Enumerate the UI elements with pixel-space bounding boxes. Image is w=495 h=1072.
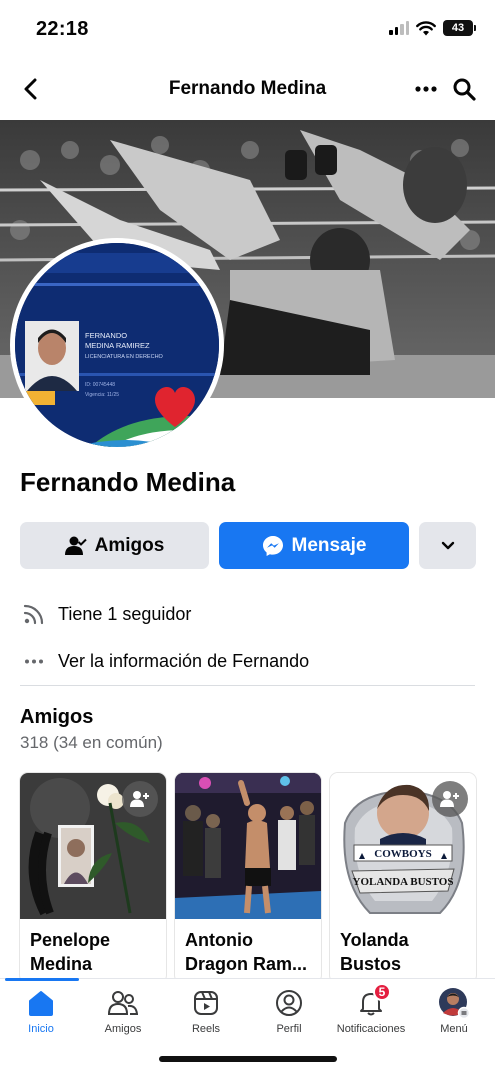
followers-text: Tiene 1 seguidor (58, 603, 192, 624)
tab-friends[interactable]: Amigos (82, 987, 164, 1035)
profile-name: Fernando Medina (20, 467, 236, 497)
tab-label: Inicio (28, 1023, 54, 1035)
tab-home[interactable]: Inicio (0, 987, 82, 1035)
add-person-icon (440, 791, 459, 807)
see-info-row[interactable]: Ver la información de Fernando (20, 651, 309, 672)
status-bar: 22:18 43 (0, 0, 495, 60)
tab-label: Amigos (104, 1023, 142, 1035)
friend-name: Penelope Medina (30, 930, 111, 974)
tab-label: Notificaciones (336, 1023, 406, 1035)
divider (20, 685, 475, 686)
tab-notifications[interactable]: 5 Notificaciones (330, 983, 412, 1035)
tab-profile[interactable]: Perfil (248, 987, 330, 1035)
home-icon (29, 991, 53, 1016)
cellular-signal-icon (389, 21, 409, 35)
rss-followers-icon (23, 604, 44, 625)
more-dots-icon (415, 86, 437, 92)
friend-card[interactable]: Penelope Medina (20, 773, 166, 983)
tab-label: Menú (440, 1023, 468, 1035)
friends-icon (108, 991, 138, 1015)
friend-photo (175, 773, 321, 919)
id-card-line5: Vigencia: 11/25 (85, 392, 119, 398)
friends-button-label: Amigos (94, 534, 165, 556)
profile-icon (276, 990, 302, 1016)
add-person-icon (130, 791, 149, 807)
notification-badge: 5 (373, 983, 391, 1001)
id-card-line2: MEDINA RAMIREZ (85, 341, 150, 350)
messenger-icon (262, 535, 283, 556)
profile-id-card-image: FERNANDO MEDINA RAMIREZ LICENCIATURA EN … (15, 243, 219, 447)
add-friend-button[interactable] (122, 781, 158, 817)
tab-label: Perfil (276, 1023, 302, 1035)
friend-card[interactable]: Antonio Dragon Ram... (175, 773, 321, 983)
followers-row: Tiene 1 seguidor (20, 603, 191, 625)
reels-icon (194, 991, 218, 1015)
friend-check-icon (64, 536, 87, 555)
friends-button[interactable]: Amigos (20, 522, 209, 569)
status-time: 22:18 (36, 18, 89, 40)
avatar (439, 988, 470, 1019)
friend-card[interactable]: COWBOYS YOLANDA BUSTOS Yolanda Bustos (330, 773, 476, 983)
ring-band-text: YOLANDA BUSTOS (353, 876, 454, 888)
search-button[interactable] (449, 74, 479, 104)
friend-photo: COWBOYS YOLANDA BUSTOS (330, 773, 476, 919)
active-tab-indicator (5, 978, 79, 981)
add-friend-button[interactable] (432, 781, 468, 817)
battery-icon: 43 (443, 20, 476, 36)
message-button-label: Mensaje (291, 534, 367, 556)
see-info-text: Ver la información de Fernando (58, 651, 310, 671)
id-card-line1: FERNANDO (85, 331, 127, 340)
nav-header: Fernando Medina (0, 60, 495, 118)
id-card-line4: ID: 00745448 (85, 382, 115, 388)
more-actions-button[interactable] (419, 522, 476, 569)
search-icon (453, 78, 476, 101)
more-dots-icon (25, 659, 43, 664)
id-card-line3: LICENCIATURA EN DERECHO (85, 354, 164, 360)
friends-section-title: Amigos (20, 706, 94, 728)
tab-reels[interactable]: Reels (165, 987, 247, 1035)
ring-top-text: COWBOYS (374, 848, 431, 860)
friends-count: 318 (34 en común) (20, 733, 163, 752)
friend-name: Antonio Dragon Ram... (185, 930, 308, 974)
tab-menu[interactable]: Menú (413, 987, 495, 1035)
more-options-button[interactable] (411, 74, 441, 104)
wifi-icon (416, 20, 436, 35)
home-indicator (159, 1056, 337, 1062)
profile-picture[interactable]: FERNANDO MEDINA RAMIREZ LICENCIATURA EN … (10, 238, 224, 452)
friend-name: Yolanda Bustos (340, 930, 409, 974)
tab-label: Reels (191, 1023, 221, 1035)
chevron-down-icon (441, 541, 454, 550)
friend-photo (20, 773, 166, 919)
message-button[interactable]: Mensaje (219, 522, 409, 569)
status-icons: 43 (389, 20, 476, 36)
